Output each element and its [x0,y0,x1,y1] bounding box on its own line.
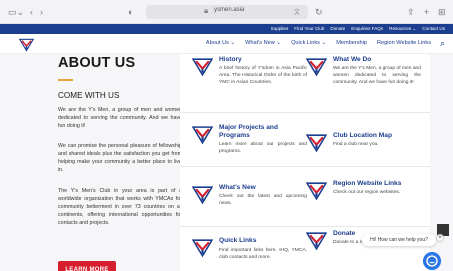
utility-bar: Supplies Find Your Club Donate Enquiries… [0,24,453,34]
reload-icon[interactable]: ↻ [315,6,323,18]
card-description: Check out our region websites. [333,190,401,195]
page-title: ABOUT US [58,55,136,71]
topbar-link-faqs[interactable]: Enquiries FAQs [351,25,383,33]
chat-close-icon[interactable]: × [436,234,444,242]
card-whats-new[interactable]: What's New Check out the latest and upco… [192,184,307,214]
chat-greeting-bubble[interactable]: Hi! How can we help you? [362,234,436,246]
card-description: Learn more about our projects and progra… [219,142,307,154]
card-quick-links[interactable]: Quick Links Find important links here. I… [192,237,307,271]
section-subtitle: COME WITH US [58,91,120,100]
card-description: A brief history of Y'sdom in Asia Pacifi… [219,66,307,85]
ysmen-emblem-icon [192,126,213,145]
topbar-link-resources[interactable]: Resources ⌄ [389,25,416,33]
row-divider [180,112,430,113]
ysmen-emblem-icon [306,232,327,251]
sidebar-icon[interactable]: ▭⌄ [8,6,24,18]
row-divider [180,226,430,227]
nav-membership[interactable]: Membership [336,40,367,46]
nav-quick-links[interactable]: Quick Links ⌄ [291,40,326,46]
topbar-link-find-club[interactable]: Find Your Club [294,25,324,33]
nav-about-us[interactable]: About Us ⌄ [206,40,235,46]
topbar-link-contact[interactable]: Contact Us [422,25,445,33]
card-title[interactable]: History [219,56,307,64]
about-paragraph: The Y's Men's Club in your area is part … [58,188,182,226]
ysmen-emblem-icon [306,58,327,77]
card-description: Find important links here. IHQ, YMCA, cl… [219,248,307,260]
back-icon[interactable]: ‹ [30,6,33,18]
card-description: Check out the latest and upcoming news. [219,194,307,206]
share-icon[interactable]: ⇪ [407,6,415,18]
learn-more-button[interactable]: LEARN MORE [58,261,116,271]
card-major-projects[interactable]: Major Projects and Programs Learn more a… [192,124,307,164]
tab-overview-icon[interactable]: ⊞ [438,6,446,18]
search-icon[interactable]: ⌕ [440,38,445,49]
ysmen-logo[interactable] [19,37,34,52]
card-title[interactable]: What We Do [333,56,421,64]
card-title[interactable]: Region Website Links [333,180,421,188]
card-what-we-do[interactable]: What We Do We are the Y's Men, a group o… [306,56,421,110]
card-title[interactable]: Club Location Map [333,132,421,140]
forward-icon[interactable]: › [40,6,43,18]
about-paragraph: We are the Y's Men, a group of men and w… [58,107,182,129]
card-title[interactable]: Quick Links [219,237,307,245]
topbar-link-donate[interactable]: Donate [330,25,345,33]
chat-launcher-icon[interactable] [423,252,441,270]
browser-toolbar: ▭⌄ ‹ › ◐ 🔒︎ ysmen.asia 文 ↻ ⇪ + ⊞ [0,0,453,24]
card-title[interactable]: Major Projects and Programs [219,124,307,140]
translate-icon[interactable]: 文 [294,7,300,16]
ysmen-emblem-icon [192,58,213,77]
url-text: ysmen.asia [214,7,245,13]
main-nav: About Us ⌄ What's New ⌄ Quick Links ⌄ Me… [0,34,453,54]
ysmen-emblem-icon [306,182,327,201]
row-divider [180,166,430,167]
nav-region-links[interactable]: Region Website Links [377,40,431,46]
privacy-icon[interactable]: ◐ [128,6,133,18]
card-region-website-links[interactable]: Region Website Links Check out our regio… [306,180,416,216]
nav-whats-new[interactable]: What's New ⌄ [245,40,281,46]
ysmen-emblem-icon [192,239,213,258]
title-accent-line [58,79,73,81]
topbar-link-supplies[interactable]: Supplies [271,25,289,33]
card-description: Find a club near you. [333,142,379,147]
address-bar[interactable]: 🔒︎ ysmen.asia 文 [146,5,308,19]
card-club-location-map[interactable]: Club Location Map Find a club near you. [306,132,416,162]
card-history[interactable]: History A brief history of Y'sdom in Asi… [192,56,307,110]
new-tab-icon[interactable]: + [424,6,429,18]
about-paragraph: We can promise the personal pleasure of … [58,143,182,173]
card-description: We are the Y's Men, a group of men and w… [333,66,421,85]
ysmen-emblem-icon [192,186,213,205]
ysmen-emblem-icon [306,134,327,153]
card-title[interactable]: What's New [219,184,307,192]
lock-icon: 🔒︎ [204,6,209,15]
